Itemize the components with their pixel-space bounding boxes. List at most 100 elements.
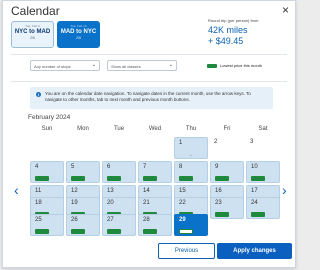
- chevron-down-icon: ⌄: [168, 62, 173, 68]
- tab-return-date: 2/6: [76, 36, 81, 40]
- calendar-day-selected[interactable]: 29: [174, 214, 208, 236]
- lowest-price-badge: [71, 176, 85, 181]
- day-number: 13: [107, 188, 114, 194]
- lowest-price-badge: [251, 176, 265, 181]
- apply-changes-button[interactable]: Apply changes: [217, 243, 292, 259]
- calendar-day[interactable]: 8: [174, 161, 208, 183]
- day-number: 16: [215, 188, 222, 194]
- calendar-day[interactable]: 25: [30, 214, 64, 236]
- day-number: 17: [251, 188, 258, 194]
- day-number: 15: [179, 188, 186, 194]
- previous-month-arrow[interactable]: ‹: [14, 183, 19, 197]
- lowest-price-legend: Lowest price this month: [207, 63, 262, 68]
- day-number: 21: [143, 200, 150, 206]
- tab-outbound-route: NYC to MAD: [14, 29, 51, 35]
- calendar-day[interactable]: 10: [246, 161, 280, 183]
- lowest-price-badge: [179, 176, 193, 181]
- divider: [11, 54, 287, 55]
- calendar-day[interactable]: 9: [210, 161, 244, 183]
- day-number: 2: [214, 139, 218, 145]
- calendar-dialog: Calendar × Tue, Feb 6 NYC to MAD 2/6 Tue…: [2, 0, 296, 268]
- day-number: 10: [251, 164, 258, 170]
- lowest-price-badge: [179, 229, 193, 234]
- day-number: 23: [215, 200, 222, 206]
- tab-return[interactable]: Tue, Feb 13 MAD to NYC 2/6: [57, 21, 100, 48]
- legend-label: Lowest price this month: [220, 63, 263, 68]
- day-number: 27: [107, 217, 114, 223]
- calendar-day[interactable]: 6: [102, 161, 136, 183]
- lowest-price-badge: [251, 212, 265, 217]
- lowest-price-badge: [71, 229, 85, 234]
- weekday-header: Thu: [185, 126, 197, 132]
- previous-button[interactable]: Previous: [158, 243, 215, 259]
- lowest-price-badge: [215, 212, 229, 217]
- calendar-day: 2: [210, 137, 244, 159]
- day-number: 4: [35, 164, 39, 170]
- day-number: 22: [179, 200, 186, 206]
- calendar-day: 3: [246, 137, 280, 159]
- info-banner: i You are on the calendar date navigatio…: [30, 87, 273, 109]
- stops-select-value: Any number of stops: [34, 63, 71, 69]
- day-number: 26: [71, 217, 78, 223]
- lowest-price-badge: [143, 176, 157, 181]
- tab-outbound-date: 2/6: [30, 36, 35, 40]
- close-icon[interactable]: ×: [282, 4, 289, 16]
- price-cash: + $49.45: [208, 36, 244, 46]
- lowest-price-badge: [35, 229, 49, 234]
- day-number: 25: [35, 217, 42, 223]
- weekday-header: Sat: [258, 126, 268, 132]
- day-number: 18: [35, 200, 42, 206]
- day-number: 6: [107, 164, 111, 170]
- weekday-header: Wed: [148, 126, 162, 132]
- day-number: 28: [143, 217, 150, 223]
- calendar-day[interactable]: 26: [66, 214, 100, 236]
- day-number: 1: [179, 140, 183, 146]
- class-select[interactable]: Show all classes ⌄: [107, 60, 177, 71]
- divider: [11, 81, 287, 82]
- day-number: 14: [143, 188, 150, 194]
- calendar-day[interactable]: 1 --: [174, 137, 208, 159]
- tab-outbound[interactable]: Tue, Feb 6 NYC to MAD 2/6: [11, 21, 54, 48]
- day-number: 5: [71, 164, 75, 170]
- weekday-header: Mon: [77, 126, 89, 132]
- legend-swatch: [207, 63, 217, 68]
- day-number: 9: [215, 164, 219, 170]
- price-label: Round trip (per person) from: [208, 18, 259, 23]
- stops-select[interactable]: Any number of stops ⌄: [30, 60, 100, 71]
- weekday-header: Sun: [41, 126, 53, 132]
- day-number: 29: [179, 217, 186, 223]
- trip-tabs: Tue, Feb 6 NYC to MAD 2/6 Tue, Feb 13 MA…: [11, 21, 100, 48]
- day-number: 7: [143, 164, 147, 170]
- day-number: 19: [71, 200, 78, 206]
- lowest-price-badge: [107, 229, 121, 234]
- dialog-title: Calendar: [11, 4, 60, 18]
- chevron-down-icon: ⌄: [91, 62, 96, 68]
- day-number: 11: [35, 188, 42, 194]
- info-text: You are on the calendar date navigation.…: [45, 91, 251, 102]
- info-icon: i: [36, 92, 41, 97]
- lowest-price-badge: [215, 176, 229, 181]
- price-summary: Round trip (per person) from 42K miles +…: [208, 18, 258, 47]
- lowest-price-badge: [143, 229, 157, 234]
- calendar-day[interactable]: 23: [210, 197, 244, 219]
- calendar-day[interactable]: 27: [102, 214, 136, 236]
- no-price-marker: --: [189, 152, 193, 157]
- calendar-day[interactable]: 4: [30, 161, 64, 183]
- calendar-day[interactable]: 5: [66, 161, 100, 183]
- class-select-value: Show all classes: [111, 63, 141, 69]
- day-number: 3: [250, 139, 254, 145]
- calendar-day[interactable]: 28: [138, 214, 172, 236]
- weekday-header: Tue: [113, 126, 125, 132]
- lowest-price-badge: [35, 176, 49, 181]
- day-number: 24: [251, 200, 258, 206]
- next-month-arrow[interactable]: ›: [282, 183, 287, 197]
- calendar-day[interactable]: 7: [138, 161, 172, 183]
- day-number: 8: [179, 164, 183, 170]
- lowest-price-badge: [107, 176, 121, 181]
- month-title: February 2024: [28, 114, 71, 121]
- price-miles: 42K miles: [208, 25, 248, 35]
- weekday-header: Fri: [223, 126, 231, 132]
- day-number: 12: [71, 188, 78, 194]
- calendar-day[interactable]: 24: [246, 197, 280, 219]
- tab-return-route: MAD to NYC: [60, 29, 97, 35]
